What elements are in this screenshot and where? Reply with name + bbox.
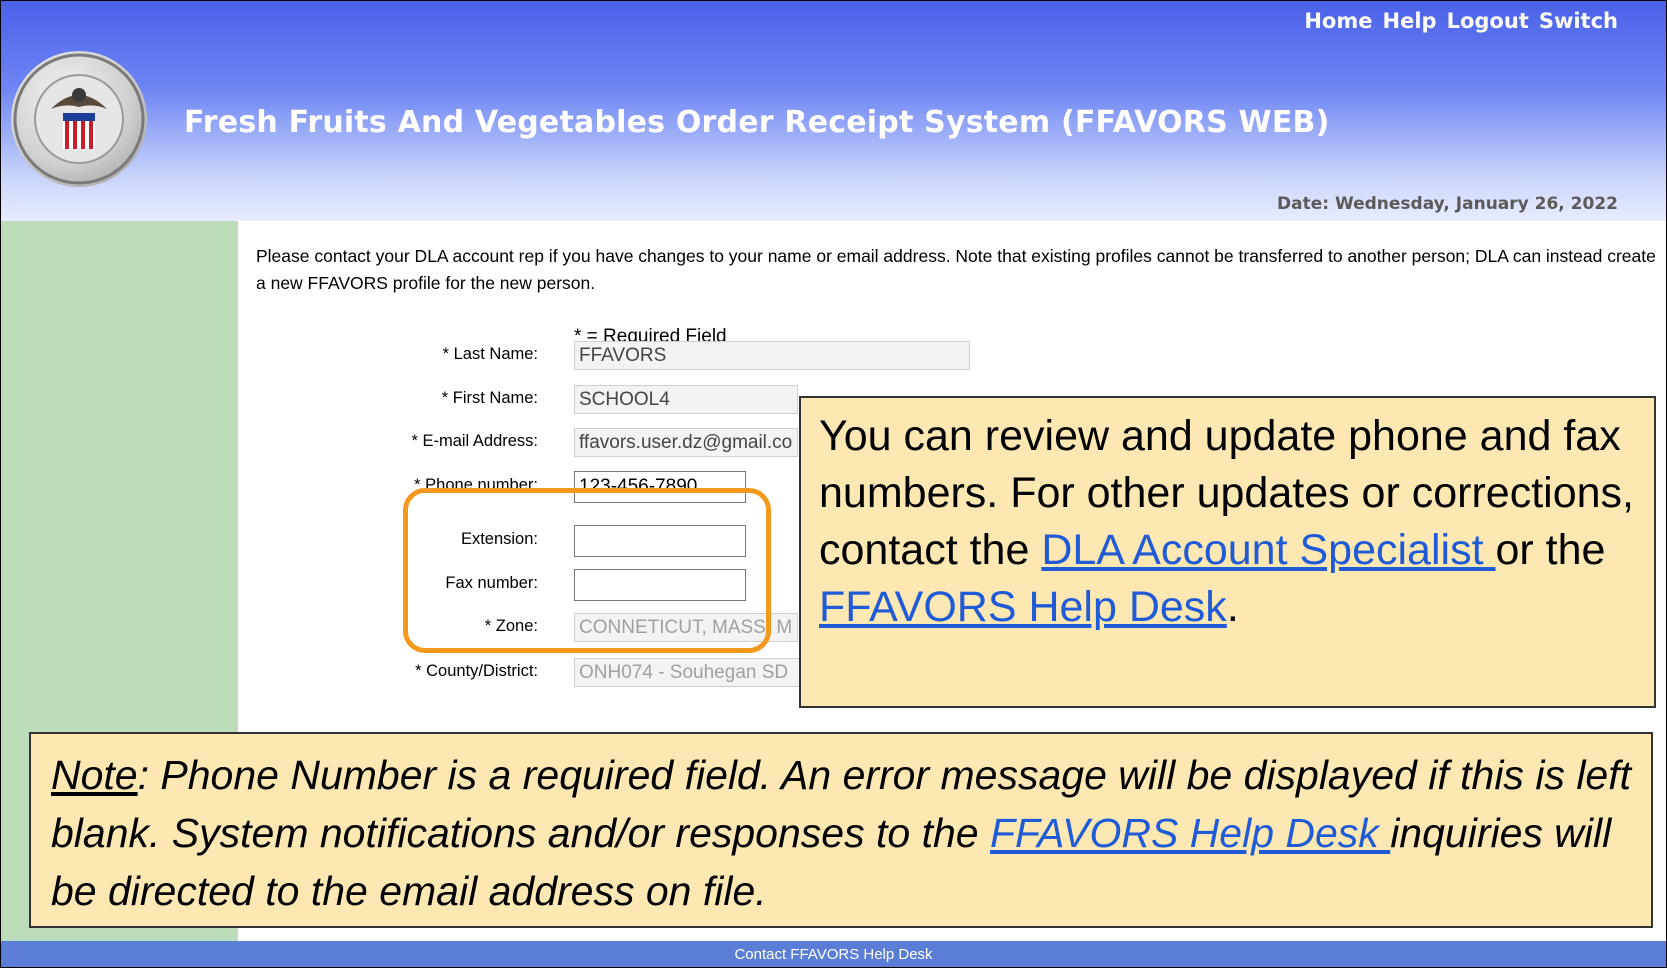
dla-seal-icon — [11, 51, 147, 187]
first-name-field: SCHOOL4 — [574, 385, 798, 414]
email-field: ffavors.user.dz@gmail.co — [574, 428, 798, 457]
dla-account-specialist-link[interactable]: DLA Account Specialist — [1041, 526, 1495, 574]
help-desk-link[interactable]: FFAVORS Help Desk — [819, 583, 1227, 631]
info-callout: You can review and update phone and fax … — [799, 396, 1656, 708]
note-label: Note — [51, 752, 138, 798]
county-label: * County/District: — [415, 662, 538, 680]
intro-text: Please contact your DLA account rep if y… — [256, 246, 1656, 293]
app-title: Fresh Fruits And Vegetables Order Receip… — [184, 105, 1330, 140]
top-nav: Home Help Logout Switch — [1304, 9, 1618, 33]
last-name-label: * Last Name: — [442, 345, 538, 363]
last-name-field: FFAVORS — [574, 341, 970, 370]
note-callout: Note: Phone Number is a required field. … — [29, 732, 1653, 928]
page-footer: Contact FFAVORS Help Desk — [1, 941, 1666, 967]
page-frame: Home Help Logout Switch Fresh Fruits And… — [0, 0, 1667, 968]
home-link[interactable]: Home — [1304, 9, 1372, 33]
current-date: Date: Wednesday, January 26, 2022 — [1276, 194, 1618, 214]
switch-link[interactable]: Switch — [1539, 9, 1618, 33]
callout-text-3: . — [1226, 583, 1239, 631]
county-value: ONH074 - Souhegan SD — [579, 662, 789, 683]
note-help-desk-link[interactable]: FFAVORS Help Desk — [990, 810, 1390, 856]
contact-help-desk-link[interactable]: Contact FFAVORS Help Desk — [734, 946, 932, 963]
email-label: * E-mail Address: — [411, 432, 538, 450]
help-link[interactable]: Help — [1383, 9, 1437, 33]
first-name-label: * First Name: — [441, 389, 538, 407]
logout-link[interactable]: Logout — [1447, 9, 1529, 33]
phone-fax-highlight — [403, 488, 771, 653]
app-header: Home Help Logout Switch Fresh Fruits And… — [1, 1, 1666, 221]
callout-text-2: or the — [1495, 526, 1606, 574]
